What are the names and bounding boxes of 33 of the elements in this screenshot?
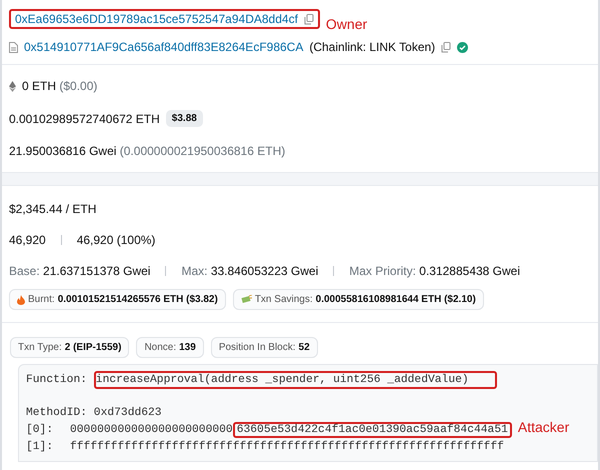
gas-fee-text: Base: 21.637151378 Gwei: [9, 264, 150, 278]
money-icon: [240, 295, 252, 304]
param-value: 63605e53d422c4f1ac0e01390ac59aaf84c44a51: [236, 424, 508, 436]
gas-price-text: 21.950036816 Gwei (0.000000021950036816 ETH): [9, 144, 286, 158]
attribute-pill: Position In Block: 52: [210, 337, 318, 358]
attribute-pill: Txn Type: 2 (EIP-1559): [10, 337, 130, 358]
param-value: 000000000000000000000000: [70, 424, 233, 436]
param-label: [1]:: [26, 441, 54, 453]
fee-text: 0.00102989572740672 ETH: [9, 112, 160, 126]
annotation-label: Owner: [326, 16, 368, 32]
copy-icon[interactable]: [304, 14, 314, 24]
ethereum-icon: [9, 80, 16, 92]
fee-pill: Txn Savings: 0.00055816108981644 ETH ($2.10): [232, 289, 484, 310]
gas-limit-text: 46,920: [9, 233, 46, 247]
value-text: 0 ETH ($0.00): [22, 79, 98, 93]
function-signature: increaseApproval(address _spender, uint256 _addedValue): [96, 374, 469, 386]
flame-icon: [17, 294, 25, 304]
function-label: Function:: [26, 374, 88, 386]
eth-price-text: $2,345.44 / ETH: [9, 202, 96, 216]
copy-icon[interactable]: [441, 42, 452, 52]
document-icon: [9, 42, 18, 52]
fee-pill: Burnt: 0.00101521514265576 ETH ($3.82): [9, 289, 226, 310]
contract-name: (Chainlink: LINK Token): [309, 40, 436, 54]
param-label: [0]:: [26, 424, 54, 436]
annotation-label: Attacker: [518, 419, 570, 435]
gas-fee-text: Max Priority: 0.312885438 Gwei: [349, 264, 520, 278]
usd-chip: $3.88: [166, 110, 203, 127]
gas-fee-text: Max: 33.846053223 Gwei: [181, 264, 318, 278]
contract-link[interactable]: 0x514910771AF9Ca656af840dff83E8264EcF986CA: [24, 40, 304, 54]
method-id: MethodID: 0xd73dd623: [26, 407, 162, 419]
param-value: ffffffffffffffffffffffffffffffffffffffffffffffffffffffffffffffff: [70, 441, 504, 453]
attribute-pill: Nonce: 139: [136, 337, 204, 358]
gas-used-text: 46,920 (100%): [76, 233, 156, 247]
